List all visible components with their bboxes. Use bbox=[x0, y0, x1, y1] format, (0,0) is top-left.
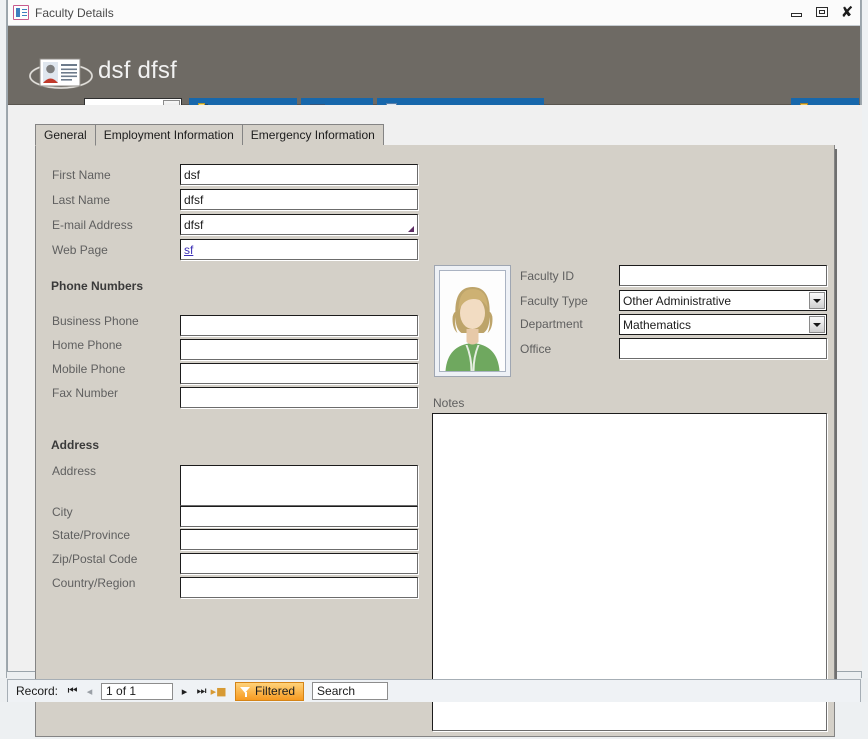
input-last-name[interactable]: dfsf bbox=[180, 189, 418, 210]
label-state-province: State/Province bbox=[52, 528, 130, 542]
tab-employment-information[interactable]: Employment Information bbox=[95, 124, 243, 145]
combobox-faculty-type-value: Other Administrative bbox=[623, 294, 731, 308]
input-zip-postal-code[interactable] bbox=[180, 553, 418, 574]
tabpanel-shadow-right bbox=[835, 149, 837, 701]
label-home-phone: Home Phone bbox=[52, 338, 122, 352]
input-first-name[interactable]: dsf bbox=[180, 164, 418, 185]
record-navigation-bar: Record: ⏮ ◂ 1 of 1 ▸ ⏭ ▸■ Filtered Searc… bbox=[7, 679, 861, 702]
input-fax-number[interactable] bbox=[180, 387, 418, 408]
form-header-band: dsf dfsf Go to Save and New E-mail bbox=[8, 26, 860, 105]
label-business-phone: Business Phone bbox=[52, 314, 139, 328]
contact-card-icon bbox=[28, 54, 94, 92]
window-controls: ✘ bbox=[789, 4, 855, 20]
label-first-name: First Name bbox=[52, 168, 111, 182]
minimize-icon[interactable] bbox=[789, 4, 805, 20]
label-city: City bbox=[52, 505, 73, 519]
faculty-details-window: Faculty Details ✘ bbox=[7, 0, 861, 672]
input-address[interactable] bbox=[180, 465, 418, 506]
first-record-icon[interactable]: ⏮ bbox=[64, 683, 81, 700]
page-title: dsf dfsf bbox=[98, 57, 177, 85]
maximize-icon[interactable] bbox=[814, 4, 830, 20]
label-address: Address bbox=[52, 464, 96, 478]
input-web-page[interactable]: sf bbox=[180, 239, 418, 260]
window-title: Faculty Details bbox=[35, 6, 114, 20]
workspace-left-edge bbox=[0, 0, 7, 678]
filter-label: Filtered bbox=[255, 684, 295, 698]
form-icon bbox=[13, 5, 29, 20]
heading-phone-numbers: Phone Numbers bbox=[51, 279, 143, 293]
heading-address: Address bbox=[51, 438, 99, 452]
input-mobile-phone[interactable] bbox=[180, 363, 418, 384]
placeholder-person-avatar-icon bbox=[440, 271, 505, 371]
label-faculty-id: Faculty ID bbox=[520, 269, 574, 283]
label-email-address: E-mail Address bbox=[52, 218, 133, 232]
filter-toggle-button[interactable]: Filtered bbox=[235, 682, 304, 701]
input-office[interactable] bbox=[619, 338, 827, 359]
record-label: Record: bbox=[16, 684, 58, 698]
form-body: General Employment Information Emergency… bbox=[8, 105, 862, 671]
tab-general[interactable]: General bbox=[35, 124, 96, 146]
combobox-faculty-type[interactable]: Other Administrative bbox=[619, 290, 827, 311]
input-email-address[interactable]: dfsf bbox=[180, 214, 418, 235]
department-chevron-down-icon[interactable] bbox=[809, 316, 825, 333]
close-icon[interactable]: ✘ bbox=[839, 4, 855, 20]
previous-record-icon[interactable]: ◂ bbox=[81, 683, 98, 700]
label-country-region: Country/Region bbox=[52, 576, 135, 590]
label-office: Office bbox=[520, 342, 551, 356]
combobox-department[interactable]: Mathematics bbox=[619, 314, 827, 335]
faculty-photo-frame[interactable] bbox=[434, 265, 511, 377]
label-department: Department bbox=[520, 317, 583, 331]
label-fax-number: Fax Number bbox=[52, 386, 118, 400]
input-email-address-value: dfsf bbox=[184, 218, 203, 232]
input-faculty-id[interactable] bbox=[619, 265, 827, 286]
faculty-photo bbox=[439, 270, 506, 372]
input-home-phone[interactable] bbox=[180, 339, 418, 360]
input-state-province[interactable] bbox=[180, 529, 418, 550]
label-notes: Notes bbox=[433, 396, 464, 410]
tabstrip: General Employment Information Emergency… bbox=[35, 125, 835, 146]
input-business-phone[interactable] bbox=[180, 315, 418, 336]
funnel-icon bbox=[240, 686, 251, 697]
label-web-page: Web Page bbox=[52, 243, 108, 257]
label-zip-postal-code: Zip/Postal Code bbox=[52, 552, 137, 566]
faculty-type-chevron-down-icon[interactable] bbox=[809, 292, 825, 309]
input-city[interactable] bbox=[180, 506, 418, 527]
application-frame: Faculty Details ✘ bbox=[0, 0, 868, 702]
next-record-icon[interactable]: ▸ bbox=[176, 683, 193, 700]
new-record-icon[interactable]: ▸■ bbox=[210, 683, 227, 700]
combobox-department-value: Mathematics bbox=[623, 318, 691, 332]
workspace-right-edge bbox=[861, 0, 868, 678]
last-record-icon[interactable]: ⏭ bbox=[193, 683, 210, 700]
label-mobile-phone: Mobile Phone bbox=[52, 362, 125, 376]
label-faculty-type: Faculty Type bbox=[520, 294, 588, 308]
record-position-input[interactable]: 1 of 1 bbox=[101, 683, 173, 700]
tab-emergency-information[interactable]: Emergency Information bbox=[242, 124, 384, 145]
label-last-name: Last Name bbox=[52, 193, 110, 207]
input-country-region[interactable] bbox=[180, 577, 418, 598]
search-input[interactable]: Search bbox=[312, 682, 388, 700]
autocomplete-indicator-icon[interactable] bbox=[408, 226, 414, 232]
window-titlebar: Faculty Details ✘ bbox=[8, 0, 860, 26]
